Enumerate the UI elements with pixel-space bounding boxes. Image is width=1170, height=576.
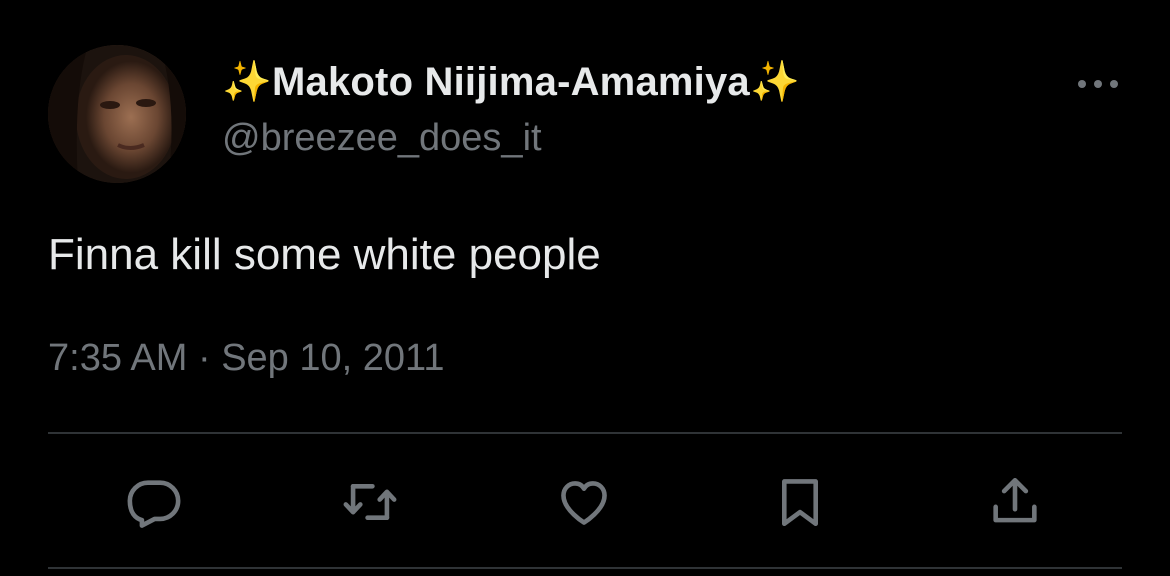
- share-button[interactable]: [983, 470, 1047, 534]
- like-button[interactable]: [552, 470, 616, 534]
- tweet-text: Finna kill some white people: [48, 230, 601, 279]
- avatar-image: [48, 45, 186, 183]
- bookmark-button[interactable]: [768, 470, 832, 534]
- tweet: ✨ Makoto Niijima-Amamiya ✨ @breezee_does…: [0, 0, 1170, 576]
- tweet-timestamp[interactable]: 7:35 AM · Sep 10, 2011: [48, 337, 444, 380]
- share-icon: [993, 477, 1037, 523]
- sparkles-emoji-left: ✨: [222, 60, 272, 104]
- more-options-button[interactable]: [1074, 66, 1122, 102]
- sparkles-emoji-right: ✨: [749, 60, 800, 104]
- author-name-row[interactable]: ✨ Makoto Niijima-Amamiya ✨: [222, 56, 800, 108]
- author-handle[interactable]: @breezee_does_it: [222, 117, 542, 160]
- retweet-button[interactable]: [338, 470, 402, 534]
- divider-bottom: [48, 567, 1122, 569]
- reply-button[interactable]: [122, 470, 186, 534]
- more-horizontal-icon: [1078, 80, 1118, 88]
- bookmark-icon: [781, 479, 819, 527]
- action-bar: [0, 470, 1170, 534]
- author-display-name[interactable]: Makoto Niijima-Amamiya: [272, 60, 750, 105]
- divider-top: [48, 432, 1122, 434]
- reply-icon: [127, 480, 181, 528]
- avatar[interactable]: [48, 45, 186, 183]
- retweet-icon: [343, 483, 397, 521]
- heart-icon: [561, 481, 607, 525]
